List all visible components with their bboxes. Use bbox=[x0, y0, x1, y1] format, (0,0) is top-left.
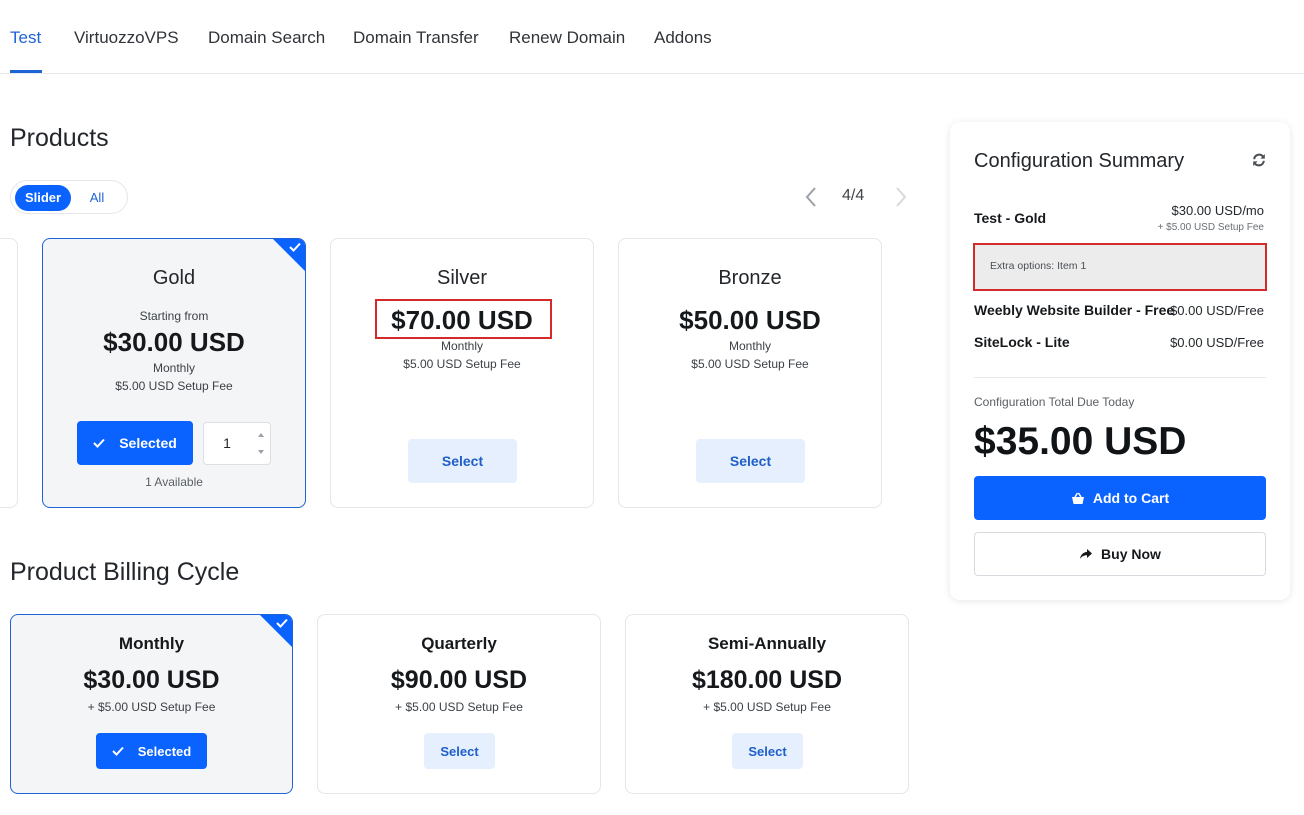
total-label: Configuration Total Due Today bbox=[974, 395, 1135, 409]
billing-cycle-setup: + $5.00 USD Setup Fee bbox=[87, 700, 216, 714]
buy-now-button[interactable]: Buy Now bbox=[974, 532, 1266, 576]
summary-line-name: SiteLock - Lite bbox=[974, 334, 1070, 350]
select-button[interactable]: Select bbox=[408, 439, 517, 483]
select-button[interactable]: Select bbox=[424, 733, 495, 769]
highlight-box bbox=[375, 299, 552, 339]
tab-domain-search[interactable]: Domain Search bbox=[208, 28, 325, 48]
summary-title: Configuration Summary bbox=[974, 150, 1185, 172]
product-card-bronze[interactable]: Bronze $50.00 USD Monthly $5.00 USD Setu… bbox=[618, 238, 882, 508]
caret-down-icon[interactable] bbox=[254, 445, 268, 459]
product-setup-fee: $5.00 USD Setup Fee bbox=[403, 357, 521, 371]
billing-cycle-name: Semi-Annually bbox=[707, 634, 827, 653]
selected-button-label: Selected bbox=[119, 435, 177, 451]
tab-test[interactable]: Test bbox=[10, 28, 41, 48]
billing-card-monthly[interactable]: Monthly $30.00 USD + $5.00 USD Setup Fee… bbox=[10, 614, 293, 794]
view-toggle: Slider All bbox=[10, 180, 128, 214]
buy-now-label: Buy Now bbox=[1101, 546, 1161, 562]
summary-product-name: Test - Gold bbox=[974, 210, 1047, 226]
billing-card-semi-annually[interactable]: Semi-Annually $180.00 USD + $5.00 USD Se… bbox=[625, 614, 909, 794]
product-card-partial bbox=[0, 238, 18, 508]
quantity-stepper[interactable]: 1 bbox=[203, 422, 271, 465]
configuration-summary: Configuration Summary Test - Gold $30.00… bbox=[950, 122, 1290, 600]
divider bbox=[974, 377, 1266, 378]
check-icon bbox=[93, 438, 105, 448]
caret-up-icon[interactable] bbox=[254, 428, 268, 442]
billing-cycle-title: Product Billing Cycle bbox=[10, 558, 240, 586]
summary-line-price: $0.00 USD/Free bbox=[1170, 303, 1264, 318]
product-card-silver[interactable]: Silver $70.00 USD Monthly $5.00 USD Setu… bbox=[330, 238, 594, 508]
product-price: $50.00 USD bbox=[679, 305, 821, 335]
summary-product-price: $30.00 USD/mo bbox=[1171, 203, 1265, 218]
tab-renew-domain[interactable]: Renew Domain bbox=[509, 28, 625, 48]
product-cycle: Monthly bbox=[440, 339, 484, 353]
pager-count: 4/4 bbox=[842, 187, 865, 204]
quantity-value[interactable]: 1 bbox=[204, 423, 250, 464]
starting-from-label: Starting from bbox=[139, 309, 209, 323]
product-card-gold[interactable]: Gold Starting from $30.00 USD Monthly $5… bbox=[42, 238, 306, 508]
products-title: Products bbox=[10, 124, 109, 152]
summary-line-name: Weebly Website Builder - Free bbox=[974, 302, 1175, 318]
billing-cycle-setup: + $5.00 USD Setup Fee bbox=[395, 700, 523, 714]
product-setup-fee: $5.00 USD Setup Fee bbox=[691, 357, 809, 371]
product-name: Bronze bbox=[718, 267, 782, 289]
check-icon bbox=[289, 242, 301, 252]
billing-card-quarterly[interactable]: Quarterly $90.00 USD + $5.00 USD Setup F… bbox=[317, 614, 601, 794]
billing-cycle-price: $180.00 USD bbox=[691, 666, 843, 694]
selected-button[interactable]: Selected bbox=[96, 733, 207, 769]
share-arrow-icon bbox=[1080, 549, 1093, 559]
billing-cycle-setup: + $5.00 USD Setup Fee bbox=[703, 700, 831, 714]
check-icon bbox=[276, 618, 288, 628]
chevron-left-icon[interactable] bbox=[800, 183, 822, 211]
add-to-cart-button[interactable]: Add to Cart bbox=[974, 476, 1266, 520]
select-button[interactable]: Select bbox=[696, 439, 805, 483]
tab-addons[interactable]: Addons bbox=[654, 28, 712, 48]
product-name: Silver bbox=[436, 267, 487, 289]
billing-cycle-price: $90.00 USD bbox=[390, 666, 528, 694]
billing-cycle-name: Quarterly bbox=[421, 634, 497, 653]
tab-virtuozzovps[interactable]: VirtuozzoVPS bbox=[74, 28, 179, 48]
check-icon bbox=[112, 746, 124, 756]
product-cycle: Monthly bbox=[152, 361, 196, 375]
chevron-right-icon[interactable] bbox=[890, 183, 912, 211]
selected-button-label: Selected bbox=[137, 743, 192, 759]
product-setup-fee: $5.00 USD Setup Fee bbox=[115, 379, 233, 393]
selected-button[interactable]: Selected bbox=[77, 421, 193, 465]
add-to-cart-label: Add to Cart bbox=[1092, 490, 1170, 506]
toggle-slider[interactable]: Slider bbox=[15, 185, 71, 211]
active-tab-indicator bbox=[10, 70, 42, 73]
billing-cycle-name: Monthly bbox=[118, 634, 185, 653]
summary-line-price: $0.00 USD/Free bbox=[1170, 335, 1264, 350]
top-nav-tabs: Test VirtuozzoVPS Domain Search Domain T… bbox=[0, 0, 1304, 74]
summary-product-setup: + $5.00 USD Setup Fee bbox=[1157, 222, 1264, 233]
available-count: 1 Available bbox=[145, 475, 203, 489]
total-amount: $35.00 USD bbox=[974, 420, 1187, 463]
highlight-box bbox=[973, 243, 1267, 291]
refresh-icon[interactable] bbox=[1252, 153, 1266, 167]
product-price: $30.00 USD bbox=[103, 327, 245, 357]
select-button[interactable]: Select bbox=[732, 733, 803, 769]
product-name: Gold bbox=[152, 267, 196, 289]
billing-cycle-price: $30.00 USD bbox=[83, 666, 220, 694]
product-cycle: Monthly bbox=[728, 339, 772, 353]
tab-domain-transfer[interactable]: Domain Transfer bbox=[353, 28, 479, 48]
toggle-all[interactable]: All bbox=[77, 185, 117, 211]
basket-icon bbox=[1071, 492, 1084, 504]
